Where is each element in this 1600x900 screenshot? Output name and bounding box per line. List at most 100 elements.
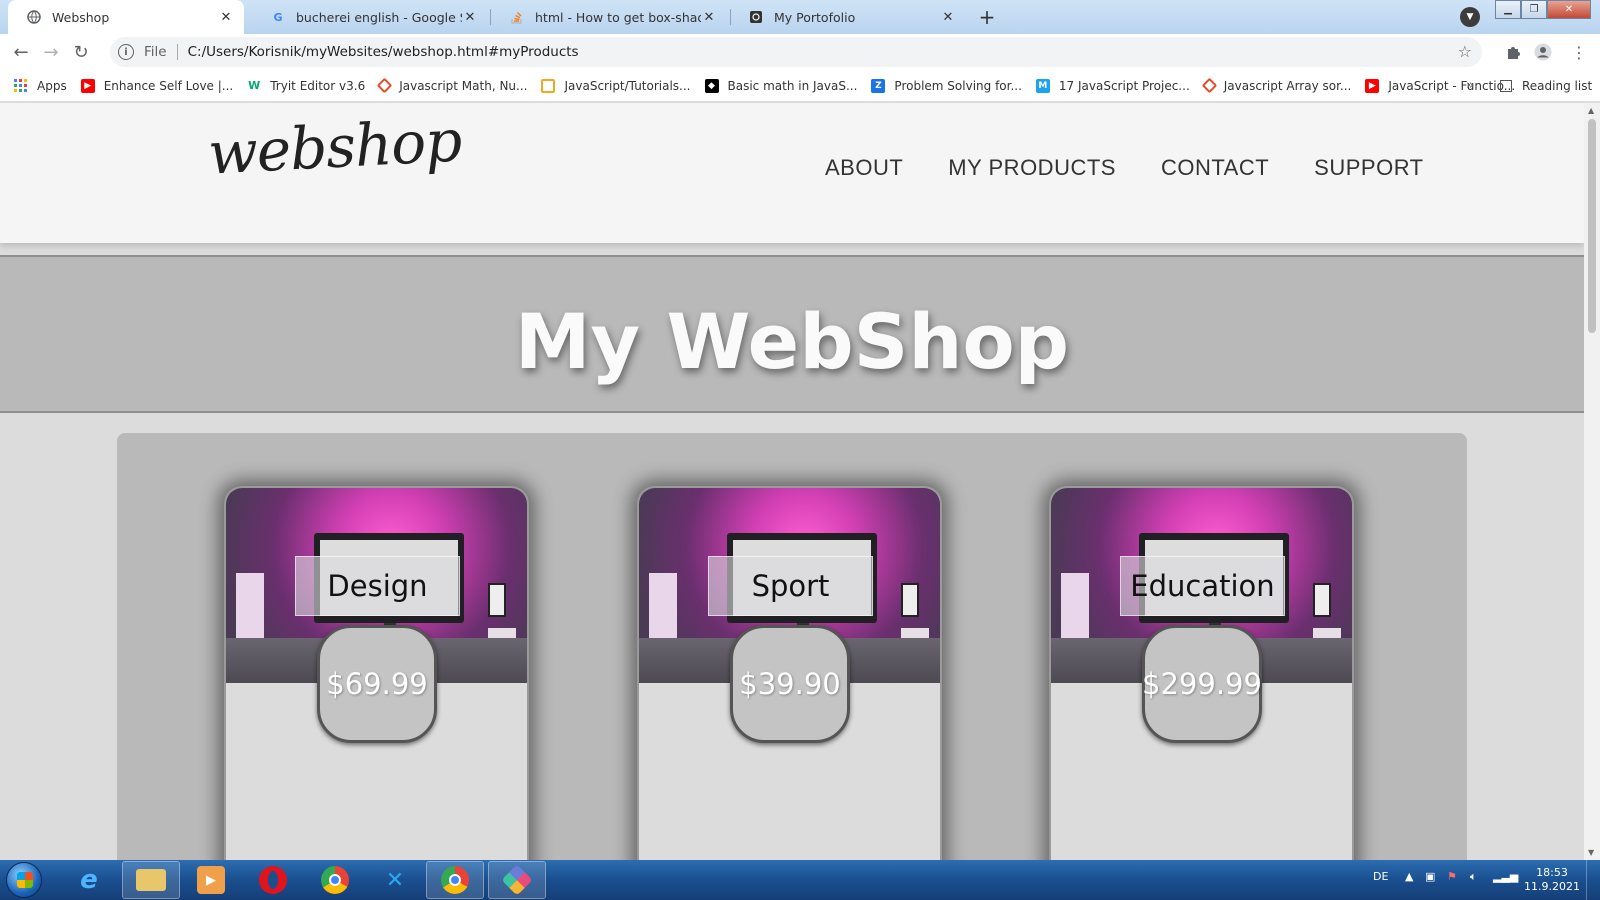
tab-label: My Portofolio bbox=[774, 9, 856, 25]
close-icon[interactable]: ✕ bbox=[701, 10, 717, 25]
more-bookmarks-chevron-icon[interactable]: » bbox=[1466, 78, 1474, 93]
product-name: Sport bbox=[708, 556, 873, 616]
site-logo[interactable]: webshop bbox=[206, 106, 462, 187]
show-desktop-button[interactable] bbox=[1586, 860, 1600, 900]
nav-link-support[interactable]: SUPPORT bbox=[1314, 155, 1423, 181]
bookmark-label: Enhance Self Love |... bbox=[103, 78, 234, 93]
tab-portfolio[interactable]: My Portofolio ✕ bbox=[730, 0, 966, 34]
system-clock[interactable]: 18:53 11.9.2021 bbox=[1524, 866, 1580, 894]
w3resource-icon bbox=[376, 77, 393, 94]
back-icon[interactable]: ← bbox=[6, 37, 36, 67]
bookmark-item[interactable]: JavaScript/Tutorials... bbox=[541, 78, 691, 93]
bookmark-item[interactable]: M 17 JavaScript Projec... bbox=[1035, 78, 1190, 93]
media-player-icon[interactable]: ▶ bbox=[182, 861, 240, 899]
vscode-icon[interactable]: ✕ bbox=[366, 861, 424, 899]
forward-icon[interactable]: → bbox=[36, 37, 66, 67]
menu-kebab-icon[interactable]: ⋮ bbox=[1564, 34, 1594, 70]
product-card-design[interactable]: Design $69.99 bbox=[224, 486, 529, 860]
internet-explorer-icon[interactable]: e bbox=[60, 861, 118, 899]
action-center-icon[interactable]: ⚑ bbox=[1447, 870, 1457, 883]
site-header: webshop ABOUT MY PRODUCTS CONTACT SUPPOR… bbox=[0, 103, 1584, 243]
bookmark-apps[interactable]: Apps bbox=[14, 78, 67, 93]
show-hidden-icons-icon[interactable]: ▲ bbox=[1405, 870, 1413, 883]
address-url[interactable]: C:/Users/Korisnik/myWebsites/webshop.htm… bbox=[188, 44, 579, 60]
divider bbox=[176, 44, 178, 60]
bookmark-item[interactable]: ◆ Basic math in JavaS... bbox=[704, 78, 858, 93]
chrome-icon[interactable] bbox=[426, 861, 484, 899]
restore-button[interactable]: ❐ bbox=[1521, 0, 1547, 19]
tutorial-icon bbox=[541, 78, 556, 93]
bookmark-star-icon[interactable]: ☆ bbox=[1458, 42, 1472, 61]
opera-icon[interactable] bbox=[244, 861, 302, 899]
product-name: Education bbox=[1120, 556, 1285, 616]
scrollbar-thumb[interactable] bbox=[1588, 119, 1596, 333]
start-button[interactable] bbox=[6, 862, 42, 898]
close-icon[interactable]: ✕ bbox=[218, 10, 234, 25]
chrome-icon[interactable] bbox=[306, 861, 364, 899]
bookmark-item[interactable]: ▶ JavaScript - Functio... bbox=[1365, 78, 1516, 93]
tab-google-search[interactable]: G bucherei english - Google Search ✕ bbox=[252, 0, 488, 34]
scroll-up-arrow-icon[interactable]: ▲ bbox=[1588, 106, 1594, 115]
file-explorer-icon[interactable] bbox=[122, 861, 180, 899]
signal-bars-icon[interactable]: ▂▃▅ bbox=[1493, 870, 1518, 883]
product-card-education[interactable]: Education $299.99 bbox=[1049, 486, 1354, 860]
blog-icon: Z bbox=[871, 78, 886, 93]
window-close-button[interactable]: ✕ bbox=[1547, 0, 1591, 19]
tab-stackoverflow[interactable]: html - How to get box-shadow o ✕ bbox=[491, 0, 727, 34]
page-viewport: webshop ABOUT MY PRODUCTS CONTACT SUPPOR… bbox=[0, 103, 1584, 860]
close-icon[interactable]: ✕ bbox=[940, 10, 956, 25]
bookmark-label: JavaScript/Tutorials... bbox=[564, 78, 691, 93]
bookmark-item[interactable]: Z Problem Solving for... bbox=[871, 78, 1022, 93]
tab-label: bucherei english - Google Search bbox=[296, 9, 462, 25]
nav-link-my-products[interactable]: MY PRODUCTS bbox=[948, 155, 1116, 181]
bookmark-item[interactable]: Javascript Math, Nu... bbox=[376, 77, 527, 94]
profile-avatar-icon[interactable] bbox=[1528, 34, 1558, 70]
bookmark-label: Basic math in JavaS... bbox=[727, 78, 858, 93]
reading-list-button[interactable]: Reading list bbox=[1500, 79, 1592, 93]
w3schools-icon: W bbox=[248, 79, 261, 92]
bookmark-item[interactable]: ▶ Enhance Self Love |... bbox=[80, 78, 234, 93]
extensions-icon[interactable] bbox=[1498, 34, 1528, 70]
page-scrollbar[interactable]: ▲ ▼ bbox=[1584, 103, 1600, 860]
youtube-icon: ▶ bbox=[80, 78, 95, 93]
product-card-sport[interactable]: Sport $39.90 bbox=[637, 486, 942, 860]
w3resource-icon bbox=[1201, 77, 1218, 94]
product-name: Design bbox=[295, 556, 460, 616]
bookmark-label: 17 JavaScript Projec... bbox=[1058, 78, 1190, 93]
app-icon[interactable] bbox=[488, 861, 546, 899]
tab-label: Webshop bbox=[52, 9, 110, 25]
close-icon[interactable]: ✕ bbox=[462, 10, 478, 25]
bookmark-label: Problem Solving for... bbox=[894, 78, 1022, 93]
product-price-badge[interactable]: $69.99 bbox=[317, 625, 437, 743]
google-icon: G bbox=[273, 10, 283, 24]
hero-title: My WebShop bbox=[514, 297, 1070, 386]
bookmark-item[interactable]: Javascript Array sor... bbox=[1201, 77, 1351, 94]
bookmark-label: Tryit Editor v3.6 bbox=[270, 78, 366, 93]
info-icon[interactable]: i bbox=[118, 44, 134, 60]
bookmark-item[interactable]: W Tryit Editor v3.6 bbox=[247, 79, 365, 93]
nav-link-contact[interactable]: CONTACT bbox=[1161, 155, 1269, 181]
stackoverflow-icon bbox=[509, 9, 525, 25]
product-price-badge[interactable]: $39.90 bbox=[730, 625, 850, 743]
medium-icon: M bbox=[1035, 78, 1050, 93]
address-bar[interactable]: i File C:/Users/Korisnik/myWebsites/webs… bbox=[110, 37, 1482, 67]
window-controls: ▁ ❐ ✕ bbox=[1495, 0, 1591, 20]
reading-list-icon bbox=[1500, 80, 1512, 92]
bookmark-label: Apps bbox=[37, 78, 67, 93]
bookmarks-bar: Apps ▶ Enhance Self Love |... W Tryit Ed… bbox=[0, 70, 1600, 102]
apps-grid-icon bbox=[14, 78, 28, 93]
reload-icon[interactable]: ↻ bbox=[66, 37, 96, 67]
new-tab-button[interactable]: + bbox=[975, 5, 999, 29]
nav-link-about[interactable]: ABOUT bbox=[825, 155, 903, 181]
language-indicator[interactable]: DE bbox=[1373, 870, 1388, 883]
mdn-icon: ◆ bbox=[704, 78, 719, 93]
scroll-down-arrow-icon[interactable]: ▼ bbox=[1588, 848, 1594, 857]
hero-banner: My WebShop bbox=[0, 255, 1584, 413]
volume-icon[interactable]: 🔈︎ bbox=[1470, 870, 1477, 884]
network-adapter-icon[interactable]: ▣ bbox=[1425, 870, 1435, 883]
tab-search-icon[interactable]: ▼ bbox=[1460, 7, 1480, 27]
tab-webshop[interactable]: Webshop ✕ bbox=[8, 0, 244, 34]
bookmark-label: JavaScript - Functio... bbox=[1388, 78, 1516, 93]
product-price-badge[interactable]: $299.99 bbox=[1142, 625, 1262, 743]
minimize-button[interactable]: ▁ bbox=[1495, 0, 1521, 19]
